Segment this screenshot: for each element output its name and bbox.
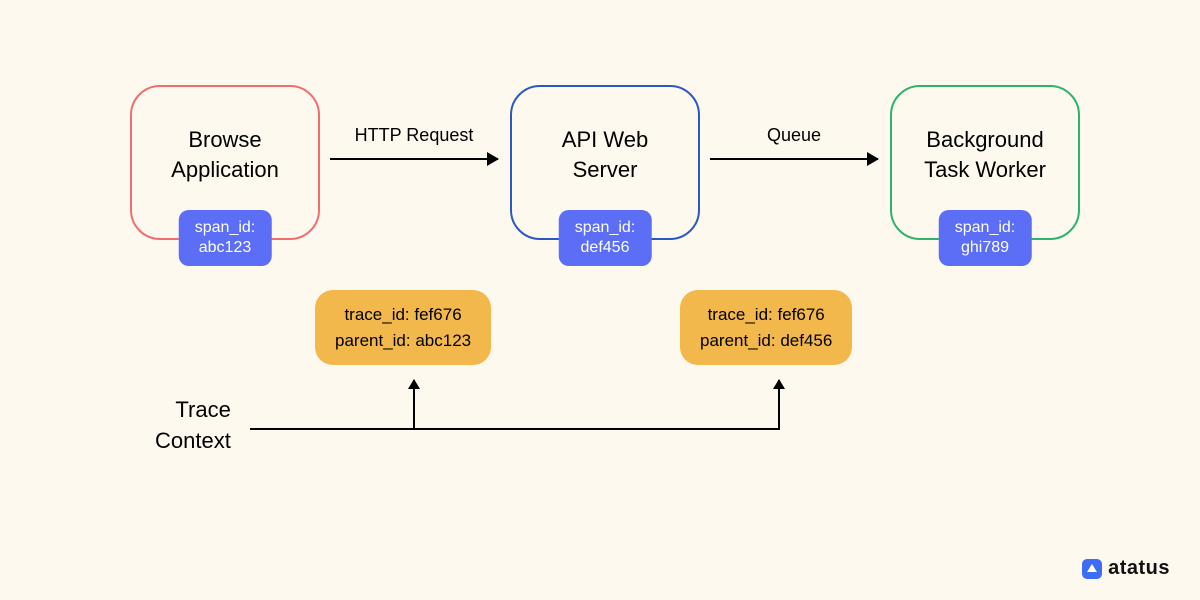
- arrow-http-label: HTTP Request: [355, 125, 474, 146]
- brand-text: atatus: [1108, 557, 1170, 580]
- span-badge-api: span_id: def456: [559, 210, 652, 266]
- trace-context-label: Trace Context: [155, 395, 231, 457]
- bracket-arrow-left: [413, 380, 415, 428]
- arrow-queue: [710, 158, 878, 160]
- arrow-queue-label: Queue: [767, 125, 821, 146]
- bracket-horizontal: [250, 428, 780, 430]
- trace-context-left: trace_id: fef676 parent_id: abc123: [315, 290, 491, 365]
- node-browse-label: Browse Application: [132, 125, 318, 184]
- node-api-label: API Web Server: [512, 125, 698, 184]
- node-api-web-server: API Web Server span_id: def456: [510, 85, 700, 240]
- node-browse-application: Browse Application span_id: abc123: [130, 85, 320, 240]
- node-worker-label: Background Task Worker: [892, 125, 1078, 184]
- span-badge-worker: span_id: ghi789: [939, 210, 1032, 266]
- diagram-canvas: Browse Application span_id: abc123 HTTP …: [0, 0, 1200, 600]
- span-badge-browse: span_id: abc123: [179, 210, 272, 266]
- bracket-arrow-right: [778, 380, 780, 428]
- brand-logo: atatus: [1082, 557, 1170, 580]
- atatus-icon: [1082, 559, 1102, 579]
- arrow-http: [330, 158, 498, 160]
- trace-context-right: trace_id: fef676 parent_id: def456: [680, 290, 852, 365]
- node-background-worker: Background Task Worker span_id: ghi789: [890, 85, 1080, 240]
